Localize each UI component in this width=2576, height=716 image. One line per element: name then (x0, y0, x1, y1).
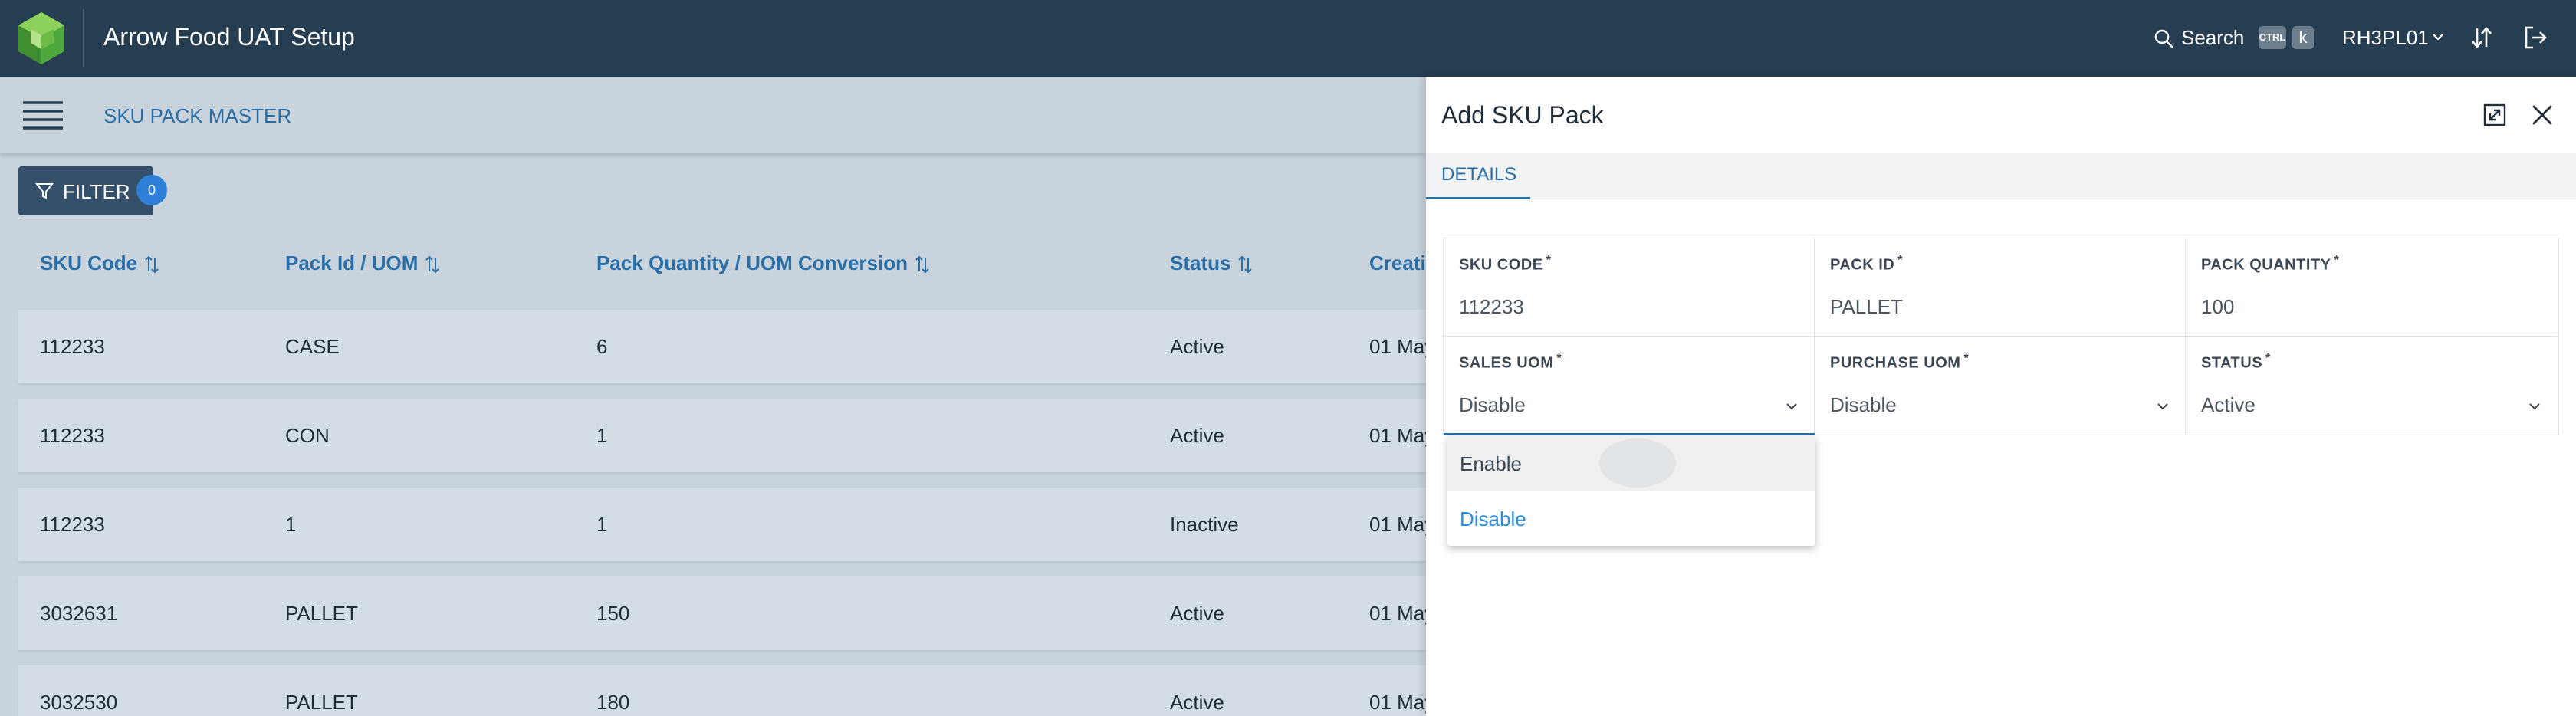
sku-code-value[interactable]: 112233 (1459, 295, 1524, 319)
cell-status: Active (1170, 335, 1224, 358)
cell-sku-code: 112233 (40, 335, 105, 358)
top-bar: Arrow Food UAT Setup Search CTRL k RH3PL… (0, 0, 2576, 77)
expand-icon[interactable] (2482, 103, 2507, 127)
pack-quantity-field[interactable]: PACK QUANTITY * 100 (2186, 238, 2557, 337)
column-header-sku-code[interactable]: SKU Code (40, 251, 160, 275)
breadcrumb[interactable]: SKU PACK MASTER (104, 104, 291, 128)
panel-title: Add SKU Pack (1441, 101, 1604, 129)
sort-icon[interactable] (143, 255, 160, 274)
cell-status: Active (1170, 424, 1224, 447)
filter-button[interactable]: FILTER (18, 166, 153, 215)
sku-code-label: SKU CODE * (1459, 254, 1552, 274)
shortcut-k-key: k (2292, 26, 2314, 49)
cell-status: Inactive (1170, 513, 1239, 536)
status-value[interactable]: Active (2201, 393, 2256, 417)
cell-status: Active (1170, 602, 1224, 625)
cell-pack-id: CASE (285, 335, 340, 358)
sales-uom-label: SALES UOM * (1459, 352, 1562, 372)
pack-quantity-value[interactable]: 100 (2201, 295, 2234, 319)
sku-pack-list-page: SKU PACK MASTER FILTER 0 SKU Code Pack I… (0, 77, 1438, 716)
table-row[interactable]: 3032631 PALLET 150 Active 01 May (18, 576, 1434, 650)
cell-pack-id: CON (285, 424, 330, 447)
filter-label: FILTER (63, 180, 130, 203)
cell-sku-code: 3032631 (40, 602, 118, 625)
logo-icon (18, 12, 64, 64)
status-select[interactable]: STATUS * Active (2186, 337, 2557, 435)
dropdown-option-disable[interactable]: Disable (1447, 491, 1815, 546)
sku-code-field[interactable]: SKU CODE * 112233 (1444, 238, 1815, 337)
column-header-pack-id[interactable]: Pack Id / UOM (285, 251, 441, 275)
search-button[interactable]: Search (2181, 26, 2244, 50)
table-row[interactable]: 3032530 PALLET 180 Active 01 May (18, 665, 1434, 716)
app-title: Arrow Food UAT Setup (104, 23, 355, 51)
cell-creation: 01 May (1369, 513, 1435, 536)
sales-uom-value[interactable]: Disable (1459, 393, 1526, 417)
cell-pack-quantity: 1 (596, 513, 608, 536)
sku-pack-form: SKU CODE * 112233 PACK ID * PALLET PACK QU… (1443, 238, 2559, 435)
cell-pack-id: PALLET (285, 691, 358, 714)
sort-icon[interactable] (424, 255, 441, 274)
chevron-down-icon[interactable] (2430, 29, 2446, 44)
cell-sku-code: 112233 (40, 424, 105, 447)
dropdown-option-enable[interactable]: Enable (1447, 435, 1815, 491)
add-sku-pack-panel: Add SKU Pack DETAILS SKU CODE * 112233 PA… (1426, 77, 2576, 716)
cell-pack-quantity: 150 (596, 602, 630, 625)
column-header-pack-quantity[interactable]: Pack Quantity / UOM Conversion (596, 251, 931, 275)
table-row[interactable]: 112233 CASE 6 Active 01 May (18, 310, 1434, 383)
purchase-uom-select[interactable]: PURCHASE UOM * Disable (1815, 337, 2186, 435)
pack-id-label: PACK ID * (1830, 254, 1903, 274)
cell-pack-quantity: 180 (596, 691, 630, 714)
sort-icon[interactable] (1237, 255, 1254, 274)
cell-pack-id: 1 (285, 513, 297, 536)
click-ripple (1599, 438, 1676, 488)
column-header-status[interactable]: Status (1170, 251, 1254, 275)
shortcut-ctrl-key: CTRL (2259, 26, 2286, 49)
chevron-down-icon[interactable] (1783, 398, 1800, 415)
status-label: STATUS * (2201, 352, 2271, 372)
cell-sku-code: 3032530 (40, 691, 118, 714)
purchase-uom-value[interactable]: Disable (1830, 393, 1897, 417)
filter-icon (35, 183, 54, 199)
dropdown-option-label: Enable (1460, 452, 1522, 475)
filter-count-badge: 0 (136, 175, 167, 205)
cell-pack-quantity: 6 (596, 335, 608, 358)
cell-creation: 01 May (1369, 691, 1435, 714)
tab-bar: DETAILS (1426, 153, 2576, 199)
cell-status: Active (1170, 691, 1224, 714)
user-menu[interactable]: RH3PL01 (2342, 26, 2429, 50)
pack-id-value[interactable]: PALLET (1830, 295, 1903, 319)
chevron-down-icon[interactable] (2154, 398, 2171, 415)
pack-id-field[interactable]: PACK ID * PALLET (1815, 238, 2186, 337)
cell-pack-quantity: 1 (596, 424, 608, 447)
tab-details-label: DETAILS (1441, 164, 1517, 185)
chevron-down-icon[interactable] (2526, 398, 2543, 415)
pack-quantity-label: PACK QUANTITY * (2201, 254, 2340, 274)
sort-icon[interactable] (2470, 25, 2493, 50)
tab-details[interactable]: DETAILS (1426, 153, 1530, 199)
cell-creation: 01 May (1369, 602, 1435, 625)
purchase-uom-label: PURCHASE UOM * (1830, 352, 1970, 372)
cell-creation: 01 May (1369, 424, 1435, 447)
sub-header: SKU PACK MASTER (0, 77, 1426, 153)
table-row[interactable]: 112233 1 1 Inactive 01 May (18, 488, 1434, 561)
logout-icon[interactable] (2522, 25, 2548, 51)
cell-creation: 01 May (1369, 335, 1435, 358)
sales-uom-select[interactable]: SALES UOM * Disable (1444, 337, 1815, 435)
search-icon[interactable] (2153, 28, 2174, 49)
menu-icon[interactable] (23, 100, 63, 130)
sales-uom-dropdown: Enable Disable (1447, 435, 1815, 546)
dropdown-option-label: Disable (1460, 507, 1526, 530)
close-icon[interactable] (2530, 103, 2555, 127)
logo-divider (83, 9, 84, 67)
table-row[interactable]: 112233 CON 1 Active 01 May (18, 399, 1434, 472)
cell-sku-code: 112233 (40, 513, 105, 536)
sort-icon[interactable] (914, 255, 931, 274)
cell-pack-id: PALLET (285, 602, 358, 625)
